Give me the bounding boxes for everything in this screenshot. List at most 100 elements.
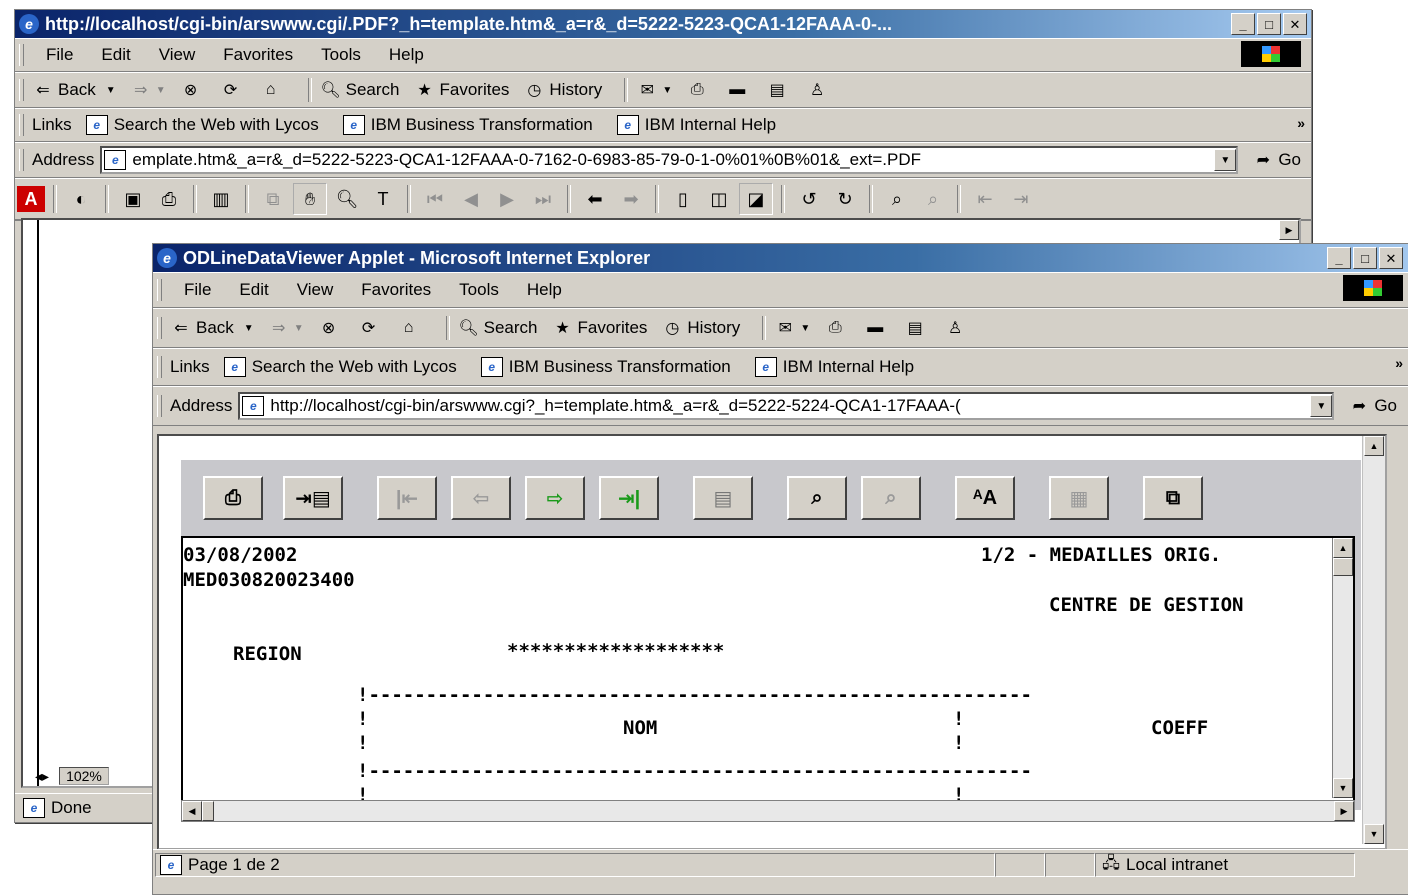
edit-page-button[interactable]: ▬ [726, 79, 752, 101]
back-button[interactable]: ⇐ Back ▼ [170, 317, 253, 339]
scroll-right-button[interactable]: ▶ [1334, 801, 1354, 821]
scroll-down-button[interactable]: ▼ [1333, 778, 1353, 798]
close-button[interactable]: ✕ [1379, 247, 1403, 269]
scroll-down-button[interactable]: ▼ [1364, 824, 1384, 844]
fit-page-icon[interactable]: ◫ [703, 184, 735, 214]
go-forward-icon[interactable]: ➡ [615, 184, 647, 214]
stop-button[interactable]: ⊗ [180, 79, 206, 101]
report-horizontal-scrollbar[interactable]: ◀ ▶ [181, 800, 1355, 822]
maximize-button[interactable]: □ [1353, 247, 1377, 269]
menu-view[interactable]: View [283, 280, 348, 300]
notes-icon[interactable]: ▤ [693, 476, 753, 520]
link-ibm-help[interactable]: e IBM Internal Help [754, 357, 914, 377]
history-button[interactable]: ◷ History [661, 317, 740, 339]
show-pane-icon[interactable]: ▥ [205, 184, 237, 214]
rotate-right-icon[interactable]: ↻ [829, 184, 861, 214]
last-page-icon[interactable]: ⏭ [527, 184, 559, 214]
last-page-icon[interactable]: ⇥| [599, 476, 659, 520]
back-button[interactable]: ⇐ Back ▼ [32, 79, 115, 101]
minimize-button[interactable]: _ [1327, 247, 1351, 269]
home-button[interactable]: ⌂ [260, 79, 286, 101]
page-vertical-scrollbar[interactable]: ▲ ▼ [1362, 436, 1385, 844]
actual-size-icon[interactable]: ▯ [667, 184, 699, 214]
print-icon[interactable]: ⎙ [153, 184, 185, 214]
address-input[interactable]: e http://localhost/cgi-bin/arswww.cgi?_h… [238, 392, 1335, 420]
home-button[interactable]: ⌂ [398, 317, 424, 339]
menu-favorites[interactable]: Favorites [209, 45, 307, 65]
print-icon[interactable]: ⎙ [203, 476, 263, 520]
discuss-button[interactable]: ▤ [766, 79, 792, 101]
stop-button[interactable]: ⊗ [318, 317, 344, 339]
hscroll-thumb[interactable] [202, 801, 214, 821]
acrobat-globe-icon[interactable]: ◐ [65, 184, 97, 214]
fit-width-icon[interactable]: ◪ [739, 183, 773, 215]
messenger-button[interactable]: ♙ [944, 317, 970, 339]
copy-icon[interactable]: ⧉ [257, 184, 289, 214]
edit-page-button[interactable]: ▬ [864, 317, 890, 339]
menu-view[interactable]: View [145, 45, 210, 65]
messenger-button[interactable]: ♙ [806, 79, 832, 101]
report-vertical-scrollbar[interactable]: ▲ ▼ [1332, 538, 1353, 798]
find-icon[interactable]: ⌕ [881, 184, 913, 214]
menu-favorites[interactable]: Favorites [347, 280, 445, 300]
search-button[interactable]: 🔍︎ Search [458, 317, 537, 339]
scroll-left-button[interactable]: ◀ [182, 801, 202, 821]
menu-tools[interactable]: Tools [445, 280, 513, 300]
show-hide-pane-icon[interactable]: ⇥ [1005, 184, 1037, 214]
hand-tool-icon[interactable]: ✋︎ [293, 183, 327, 215]
text-select-icon[interactable]: T [367, 184, 399, 214]
first-page-icon[interactable]: |⇤ [377, 476, 437, 520]
prev-page-icon[interactable]: ◀ [455, 184, 487, 214]
favorites-button[interactable]: ★ Favorites [413, 79, 509, 101]
mail-button[interactable]: ✉ ▼ [774, 317, 811, 339]
rotate-left-icon[interactable]: ↺ [793, 184, 825, 214]
maximize-button[interactable]: □ [1257, 13, 1281, 35]
favorites-button[interactable]: ★ Favorites [551, 317, 647, 339]
front-window-titlebar[interactable]: e ODLineDataViewer Applet - Microsoft In… [153, 244, 1408, 272]
link-lycos[interactable]: e Search the Web with Lycos [223, 357, 457, 377]
link-ibm-business[interactable]: e IBM Business Transformation [342, 115, 593, 135]
link-ibm-business[interactable]: e IBM Business Transformation [480, 357, 731, 377]
acrobat-logo-icon[interactable]: A [17, 186, 45, 212]
minimize-button[interactable]: _ [1231, 13, 1255, 35]
next-page-icon[interactable]: ⇨ [525, 476, 585, 520]
address-dropdown-button[interactable]: ▼ [1310, 395, 1333, 417]
menu-file[interactable]: File [32, 45, 87, 65]
page-properties-icon[interactable]: ▦ [1049, 476, 1109, 520]
link-lycos[interactable]: e Search the Web with Lycos [85, 115, 319, 135]
menu-tools[interactable]: Tools [307, 45, 375, 65]
zoom-level[interactable]: 102% [59, 767, 109, 785]
menu-help[interactable]: Help [375, 45, 438, 65]
back-window-titlebar[interactable]: e http://localhost/cgi-bin/arswww.cgi/.P… [15, 10, 1311, 38]
scroll-up-button[interactable]: ▲ [1333, 538, 1353, 558]
refresh-button[interactable]: ⟳ [220, 79, 246, 101]
next-page-icon[interactable]: ▶ [491, 184, 523, 214]
link-ibm-help[interactable]: e IBM Internal Help [616, 115, 776, 135]
menu-edit[interactable]: Edit [225, 280, 282, 300]
save-icon[interactable]: ▣ [117, 184, 149, 214]
scroll-right-button[interactable]: ▶ [1279, 220, 1299, 240]
discuss-button[interactable]: ▤ [904, 317, 930, 339]
mail-button[interactable]: ✉ ▼ [636, 79, 673, 101]
address-dropdown-button[interactable]: ▼ [1214, 149, 1237, 171]
prev-page-icon[interactable]: ⇦ [451, 476, 511, 520]
menu-file[interactable]: File [170, 280, 225, 300]
import-icon[interactable]: ⇥▤ [283, 476, 343, 520]
close-button[interactable]: ✕ [1283, 13, 1307, 35]
history-button[interactable]: ◷ History [523, 79, 602, 101]
menu-edit[interactable]: Edit [87, 45, 144, 65]
copy-page-icon[interactable]: ⧉ [1143, 476, 1203, 520]
split-handle-icon[interactable]: ◂▸ [35, 768, 49, 785]
print-button[interactable]: ⎙ [824, 317, 850, 339]
find-icon[interactable]: ⌕ [787, 476, 847, 520]
scroll-up-button[interactable]: ▲ [1364, 436, 1384, 456]
address-input[interactable]: e emplate.htm&_a=r&_d=5222-5223-QCA1-12F… [100, 146, 1239, 174]
menu-help[interactable]: Help [513, 280, 576, 300]
search-button[interactable]: 🔍︎ Search [320, 79, 399, 101]
refresh-button[interactable]: ⟳ [358, 317, 384, 339]
scroll-thumb[interactable] [1333, 558, 1353, 576]
go-button[interactable]: ➦ Go [1348, 395, 1397, 417]
font-size-icon[interactable]: ᴬA [955, 476, 1015, 520]
find-next-icon[interactable]: ⌕ [861, 476, 921, 520]
zoom-tool-icon[interactable]: 🔍︎ [331, 184, 363, 214]
